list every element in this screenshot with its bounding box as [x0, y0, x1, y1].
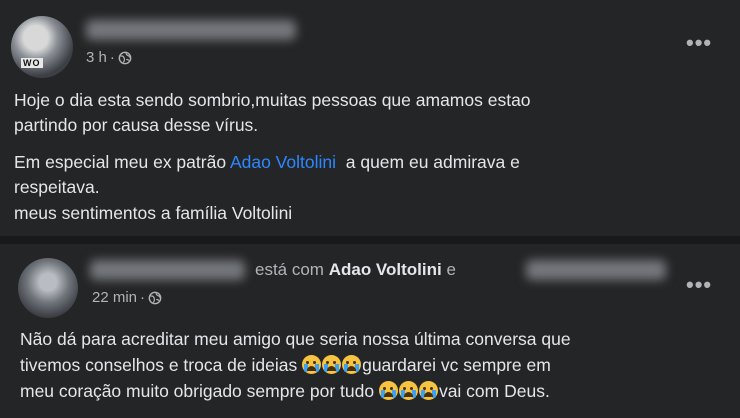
post-meta: 3 h · — [86, 49, 132, 66]
post-text-line-2: partindo por causa desse vírus. — [14, 115, 259, 135]
post-card-1: WO 3 h · ••• Hoje o dia esta sendo sombr… — [0, 0, 740, 236]
meta-separator: · — [140, 289, 146, 306]
crying-face-icon — [322, 355, 342, 374]
tag-line: está com Adao Voltolini e — [255, 260, 456, 280]
post-text-line-1: Hoje o dia esta sendo sombrio,muitas pes… — [14, 90, 531, 110]
post-meta: 22 min · — [92, 289, 162, 306]
globe-icon — [148, 291, 162, 304]
crying-face-icon — [398, 381, 418, 400]
post-time[interactable]: 22 min — [92, 289, 137, 306]
post-text-line-2: tivemos conselhos e troca de ideias guar… — [20, 353, 551, 378]
post-text-line-2-prefix: tivemos conselhos e troca de ideias — [20, 355, 303, 375]
post-time[interactable]: 3 h — [86, 49, 107, 66]
author-name-blurred[interactable] — [86, 20, 296, 40]
post-text-line-3: meu coração muito obrigado sempre por tu… — [20, 379, 550, 404]
tagged-person-link[interactable]: Adao Voltolini — [329, 260, 442, 280]
post-text-line-3-suffix: vai com Deus. — [438, 381, 550, 401]
meta-separator: · — [109, 49, 115, 66]
crying-face-icon — [378, 381, 398, 400]
post-text-line-2-suffix: guardarei vc sempre em — [362, 355, 551, 375]
post-card-2: está com Adao Voltolini e 22 min · ••• N… — [0, 244, 740, 418]
and-text: e — [441, 260, 456, 279]
post-text-line-3-suffix: a quem eu admirava e — [336, 152, 520, 172]
globe-icon — [118, 51, 132, 64]
post-text-line-5: meus sentimentos a família Voltolini — [14, 203, 293, 223]
crying-face-icon — [342, 355, 362, 374]
author-avatar[interactable] — [18, 258, 78, 318]
post-text-line-3: Em especial meu ex patrão Adao Voltolini… — [14, 150, 520, 175]
post-text-line-1: Não dá para acreditar meu amigo que seri… — [20, 329, 571, 349]
avatar-logo: WO — [21, 58, 43, 68]
author-avatar[interactable]: WO — [11, 16, 73, 78]
tagged-person-blurred[interactable] — [526, 260, 666, 280]
post-text-line-3-prefix: meu coração muito obrigado sempre por tu… — [20, 381, 379, 401]
with-text: está com — [255, 260, 329, 279]
mention-link[interactable]: Adao Voltolini — [230, 152, 336, 172]
post-options-icon[interactable]: ••• — [686, 30, 712, 56]
post-text-line-4: respeitava. — [14, 177, 100, 197]
author-name-blurred[interactable] — [90, 260, 245, 280]
post-options-icon[interactable]: ••• — [686, 272, 712, 298]
post-text-line-3-prefix: Em especial meu ex patrão — [14, 152, 230, 172]
crying-face-icon — [302, 355, 322, 374]
crying-face-icon — [418, 381, 438, 400]
